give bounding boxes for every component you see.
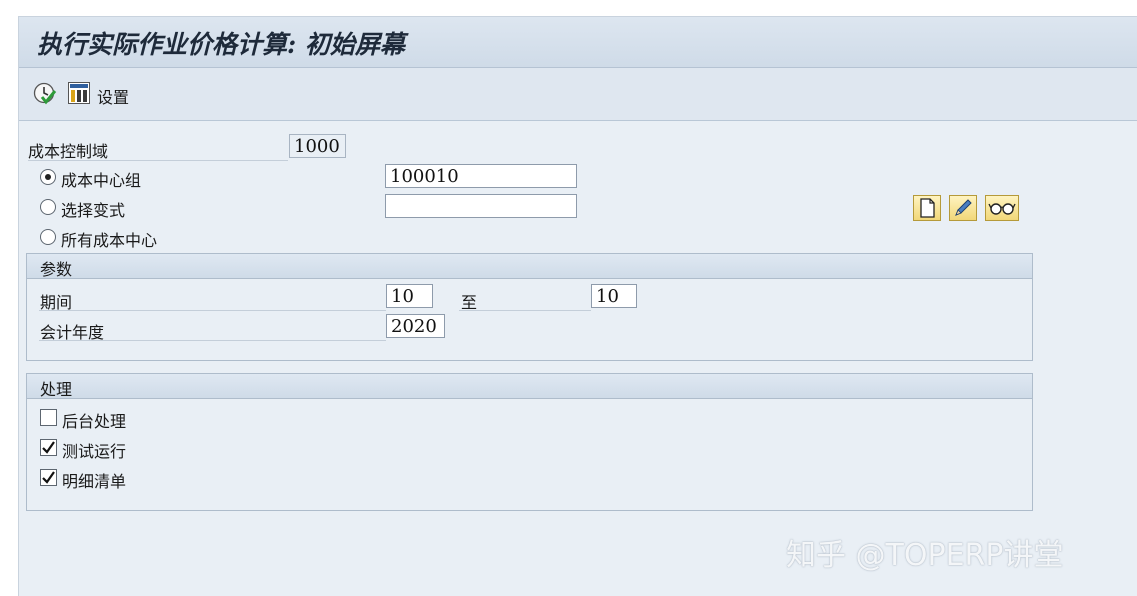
processing-group: 处理 后台处理 测试运行 明细清单: [26, 373, 1033, 511]
period-to-input[interactable]: 10: [591, 284, 637, 308]
watermark: 知乎 @TOPERP讲堂: [786, 538, 1064, 573]
selection-screen: 成本控制域 1000 成本中心组 100010 选择变式 所有成本中心 参数 期…: [19, 121, 1137, 596]
parameters-group-header: 参数: [27, 254, 1032, 279]
underline: [39, 340, 386, 341]
period-from-input[interactable]: 10: [386, 284, 433, 308]
new-document-icon: [920, 198, 935, 218]
parameters-group-title: 参数: [40, 260, 73, 279]
controlling-area-field: 1000: [289, 134, 346, 158]
application-toolbar: 设置: [19, 68, 1137, 121]
background-processing-checkbox[interactable]: [40, 409, 57, 426]
radio-selection-variant-label: 选择变式: [61, 201, 126, 220]
execute-icon[interactable]: [33, 82, 57, 106]
underline: [39, 310, 386, 311]
parameters-group: 参数 期间 10 至 10 会计年度 2020: [26, 253, 1033, 361]
cost-center-group-input[interactable]: 100010: [385, 164, 577, 188]
radio-all-cost-centers[interactable]: [40, 229, 56, 245]
radio-cost-center-group-label: 成本中心组: [61, 171, 142, 190]
test-run-checkbox[interactable]: [40, 439, 57, 456]
change-variant-button[interactable]: [949, 195, 977, 221]
display-variant-button[interactable]: [985, 195, 1019, 221]
radio-cost-center-group[interactable]: [40, 169, 56, 185]
underline: [28, 160, 288, 161]
checkmark-icon: [42, 441, 55, 454]
background-processing-label: 后台处理: [62, 412, 127, 431]
page-title: 执行实际作业价格计算: 初始屏幕: [37, 30, 405, 59]
processing-group-header: 处理: [27, 374, 1032, 399]
detail-list-label: 明细清单: [62, 472, 127, 491]
radio-selection-variant[interactable]: [40, 199, 56, 215]
create-variant-button[interactable]: [913, 195, 941, 221]
controlling-area-label: 成本控制域: [28, 142, 109, 161]
underline: [459, 310, 591, 311]
radio-all-cost-centers-label: 所有成本中心: [61, 231, 158, 250]
glasses-icon: [988, 203, 1016, 215]
fiscal-year-input[interactable]: 2020: [386, 314, 445, 338]
checkmark-icon: [42, 471, 55, 484]
title-bar: 执行实际作业价格计算: 初始屏幕: [19, 17, 1137, 68]
selection-variant-input[interactable]: [385, 194, 577, 218]
processing-group-title: 处理: [40, 380, 73, 399]
detail-list-checkbox[interactable]: [40, 469, 57, 486]
sap-window: 执行实际作业价格计算: 初始屏幕 设置 成本控制域 1000 成本中心组 100…: [18, 16, 1137, 596]
variant-icon[interactable]: [68, 82, 90, 104]
test-run-label: 测试运行: [62, 442, 127, 461]
pencil-icon: [955, 199, 972, 216]
settings-button[interactable]: 设置: [97, 84, 129, 108]
